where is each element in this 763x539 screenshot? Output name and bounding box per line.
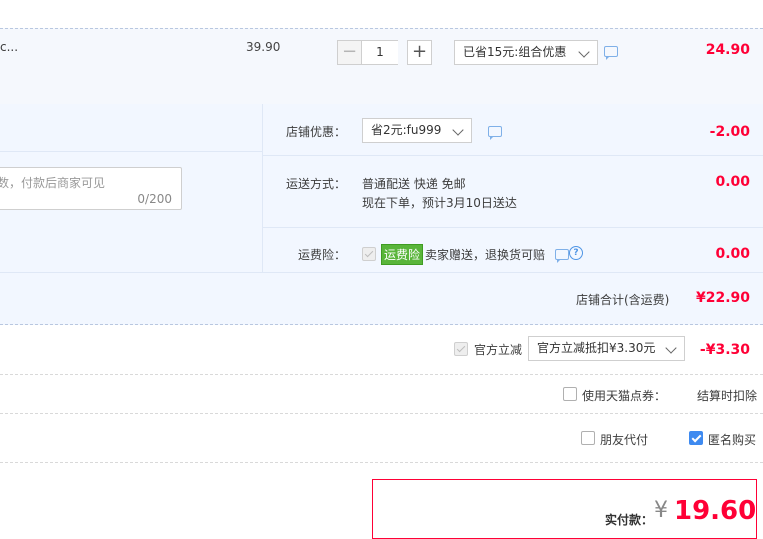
official-discount-checkbox bbox=[454, 342, 468, 356]
anonymous-checkbox[interactable] bbox=[689, 431, 703, 445]
quantity-increase-button[interactable]: + bbox=[407, 40, 432, 65]
payment-summary-box: 实付款： ¥ 19.60 bbox=[372, 479, 757, 539]
friend-pay-checkbox[interactable] bbox=[581, 431, 595, 445]
shop-total-label: 店铺合计(含运费) bbox=[576, 293, 670, 307]
insurance-amount: 0.00 bbox=[715, 246, 750, 262]
item-unit-price: 39.90 bbox=[246, 40, 281, 54]
quantity-input[interactable]: 1 bbox=[362, 40, 398, 65]
insurance-text: 卖家赠送，退换货可赔 bbox=[425, 248, 546, 262]
payment-currency: ¥ bbox=[654, 498, 668, 523]
buyer-message-textarea[interactable]: 数，付款后商家可见 0/200 bbox=[0, 167, 182, 210]
item-subtotal: 24.90 bbox=[705, 42, 750, 58]
divider bbox=[263, 227, 763, 228]
shipping-amount: 0.00 bbox=[715, 174, 750, 190]
buyer-message-placeholder: 数，付款后商家可见 bbox=[0, 176, 106, 190]
divider bbox=[0, 272, 763, 273]
official-discount-label: 官方立减 bbox=[474, 343, 523, 357]
chat-icon[interactable] bbox=[488, 126, 502, 140]
payment-label: 实付款： bbox=[605, 513, 654, 527]
shipping-label: 运送方式： bbox=[286, 177, 347, 191]
item-promo-select-value: 已省15元:组合优惠 bbox=[463, 45, 567, 59]
shop-coupon-label: 店铺优惠： bbox=[286, 125, 347, 139]
divider bbox=[0, 374, 763, 375]
insurance-label: 运费险： bbox=[298, 248, 347, 262]
item-title[interactable]: c... bbox=[0, 40, 18, 54]
insurance-badge: 运费险 bbox=[381, 244, 424, 265]
shipping-method: 普通配送 快递 免邮 bbox=[362, 177, 466, 191]
chat-icon[interactable] bbox=[604, 46, 618, 60]
friend-pay-label[interactable]: 朋友代付 bbox=[600, 431, 648, 448]
divider bbox=[263, 155, 763, 156]
payment-amount: 19.60 bbox=[674, 496, 757, 526]
insurance-checkbox bbox=[362, 247, 376, 261]
divider bbox=[0, 413, 763, 414]
official-discount-amount: -¥3.30 bbox=[699, 342, 750, 358]
quantity-decrease-button[interactable]: − bbox=[337, 40, 362, 65]
message-char-counter: 0/200 bbox=[137, 192, 172, 206]
item-promo-select[interactable]: 已省15元:组合优惠 bbox=[454, 40, 598, 65]
shop-coupon-amount: -2.00 bbox=[709, 124, 750, 140]
chat-icon[interactable] bbox=[555, 249, 569, 263]
official-discount-select-value: 官方立减抵扣¥3.30元 bbox=[537, 341, 656, 355]
points-label: 使用天猫点券： bbox=[582, 389, 667, 403]
chevron-down-icon bbox=[452, 124, 464, 136]
shop-total-amount: ¥22.90 bbox=[695, 290, 750, 306]
anonymous-label[interactable]: 匿名购买 bbox=[708, 431, 756, 448]
shipping-eta: 现在下单，预计3月10日送达 bbox=[362, 196, 517, 210]
chevron-down-icon bbox=[578, 46, 590, 58]
points-note: 结算时扣除 bbox=[697, 389, 758, 403]
divider bbox=[0, 151, 262, 152]
shop-coupon-select[interactable]: 省2元:fu999 bbox=[362, 118, 472, 143]
shop-coupon-select-value: 省2元:fu999 bbox=[371, 123, 442, 137]
chevron-down-icon bbox=[665, 342, 677, 354]
official-discount-select[interactable]: 官方立减抵扣¥3.30元 bbox=[528, 336, 685, 361]
points-checkbox[interactable] bbox=[563, 387, 577, 401]
divider bbox=[0, 462, 763, 463]
help-icon[interactable]: ? bbox=[569, 246, 583, 260]
